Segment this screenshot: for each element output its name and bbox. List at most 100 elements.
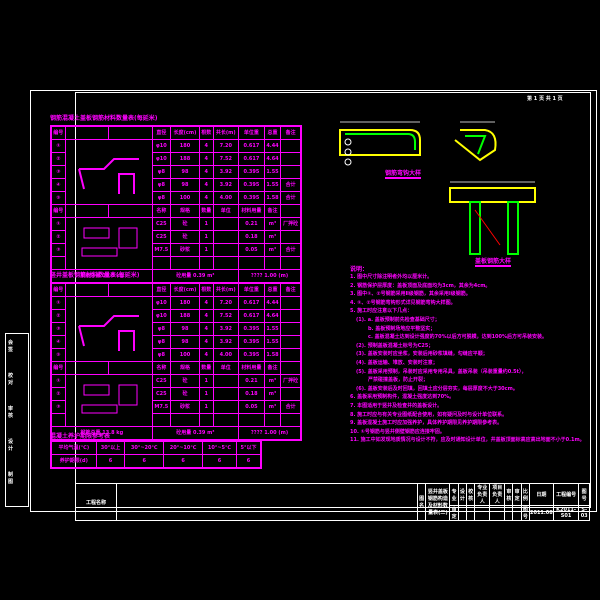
title-col: 审核 xyxy=(504,483,514,506)
cell: 厂拌砼 xyxy=(280,374,302,388)
cell: 合计 xyxy=(280,191,302,205)
cell: 0.395 xyxy=(238,322,265,336)
cell: C25 xyxy=(151,374,171,388)
header-cell: 总重 xyxy=(263,125,282,140)
cell: 1 xyxy=(199,387,214,401)
cell xyxy=(151,256,171,270)
cell: 0.18 xyxy=(238,387,265,401)
cell: φ10 xyxy=(151,152,171,166)
cell: 98 xyxy=(169,165,201,179)
cell: 0.395 xyxy=(238,348,265,362)
row-number: ③ xyxy=(50,243,66,257)
cell: 合计 xyxy=(280,400,302,414)
header-cell: 规格 xyxy=(169,361,201,375)
cell: 6 xyxy=(95,454,126,469)
table3: 平均气温(℃) 30°以上 30°~20℃ 20°~10℃ 10°~5℃ 5°以下 养护期限… xyxy=(50,440,262,469)
header-cell xyxy=(108,125,153,140)
header-cell: 共长(m) xyxy=(212,125,240,140)
cell xyxy=(238,256,265,270)
cell: 4 xyxy=(199,139,214,153)
cell xyxy=(151,413,171,427)
cell xyxy=(280,335,302,349)
cell: φ10 xyxy=(151,296,171,310)
cell: 6 xyxy=(163,454,203,469)
note-item: (2). 预制盖板混凝土标号为C25； xyxy=(356,342,434,349)
cell: 1 xyxy=(199,374,214,388)
title-col: 专业负责人 xyxy=(474,483,491,506)
footer-cell: 砼用量 0.39 m³ xyxy=(151,426,240,441)
cell: 98 xyxy=(169,322,201,336)
title-col: 工程编号 xyxy=(552,483,580,506)
cell: m³ xyxy=(263,243,282,257)
cell xyxy=(238,413,265,427)
title-value xyxy=(474,505,491,521)
note-item: 1. 图中尺寸除注明者外均以厘米计。 xyxy=(350,274,433,280)
cell xyxy=(280,348,302,362)
header-row: 编号 直径 长度(cm) 根数 共长(m) 单位重 总重 备注 xyxy=(50,282,302,297)
cell xyxy=(263,256,282,270)
cell: 6 xyxy=(201,454,237,469)
header-cell: 单位重 xyxy=(238,125,265,140)
cell xyxy=(280,322,302,336)
title-value: 2011.08 xyxy=(528,505,554,521)
cell xyxy=(212,230,240,244)
cell: φ8 xyxy=(151,335,171,349)
title-value xyxy=(457,505,467,521)
block-sketch xyxy=(64,217,153,270)
cell: 4 xyxy=(199,165,214,179)
cell: 1.55 xyxy=(263,322,282,336)
note-item: 9. 盖板混凝土施工时应加强养护，具体养护期限见养护期限参考表。 xyxy=(350,420,503,427)
cell: 4 xyxy=(199,348,214,362)
header-cell: 材料用量 xyxy=(238,361,265,375)
note-item: 11. 施工中如发现地质情况与设计不符，应及时通知设计单位，井盖板顶面标高应高出… xyxy=(350,437,585,444)
row-number xyxy=(50,256,66,270)
cell xyxy=(199,256,214,270)
cell: 4 xyxy=(199,152,214,166)
header-cell: 平均气温(℃) xyxy=(50,440,97,455)
footer-cell: ???? 1.00 (m) xyxy=(238,269,302,284)
cell: 1 xyxy=(199,230,214,244)
table2: 编号 直径 长度(cm) 根数 共长(m) 单位重 总重 备注 ① φ10 180 4 7.20 0.61… xyxy=(50,282,302,441)
cell: 98 xyxy=(169,178,201,192)
cell: m³ xyxy=(263,400,282,414)
cell xyxy=(169,413,201,427)
cell: 0.21 xyxy=(238,374,265,388)
cell: 4.44 xyxy=(263,139,282,153)
cell: m³ xyxy=(263,217,282,231)
cell: 0.617 xyxy=(238,296,265,310)
table1: 编号 直径 长度(cm) 根数 共长(m) 单位重 总重 备注 ① φ10 180 4 7.20 0.61… xyxy=(50,125,302,284)
row-number: ② xyxy=(50,152,66,166)
header-cell: 编号 xyxy=(50,125,66,140)
cell: 4.00 xyxy=(212,348,240,362)
footer-cell: 砼用量 0.39 m³ xyxy=(151,269,240,284)
note-item: 3. 图中①、②号钢筋采用Ⅱ级钢筋，其余采用Ⅰ级钢筋。 xyxy=(350,291,471,298)
cell: 4 xyxy=(199,178,214,192)
title-value xyxy=(504,505,514,521)
left-strip-label: 校对 xyxy=(8,373,14,386)
title-value: 图号 xyxy=(520,505,530,521)
header-cell xyxy=(64,125,110,140)
cell: φ10 xyxy=(151,139,171,153)
header-cell: 5°以下 xyxy=(235,440,262,455)
cell: 1.55 xyxy=(263,165,282,179)
table2-title: 竖井盖板钢筋材料数量表(每延米) xyxy=(50,272,140,279)
title-value: 审定 xyxy=(449,505,459,521)
cell: 0.05 xyxy=(238,243,265,257)
cell: 6 xyxy=(124,454,165,469)
header-cell: 名称 xyxy=(151,361,171,375)
row-number: ② xyxy=(50,387,66,401)
rebar-sketch xyxy=(64,296,153,362)
cell xyxy=(280,296,302,310)
cell: 3.92 xyxy=(212,165,240,179)
cell xyxy=(263,413,282,427)
title-col: 图号 xyxy=(578,483,590,506)
cell: 188 xyxy=(169,152,201,166)
header-cell xyxy=(108,361,153,375)
header-cell: 10°~5℃ xyxy=(201,440,237,455)
cell: φ8 xyxy=(151,322,171,336)
cell: 1.55 xyxy=(263,178,282,192)
cell: 98 xyxy=(169,335,201,349)
row-number: ① xyxy=(50,139,66,153)
cell: C25 xyxy=(151,387,171,401)
cell: 188 xyxy=(169,309,201,323)
